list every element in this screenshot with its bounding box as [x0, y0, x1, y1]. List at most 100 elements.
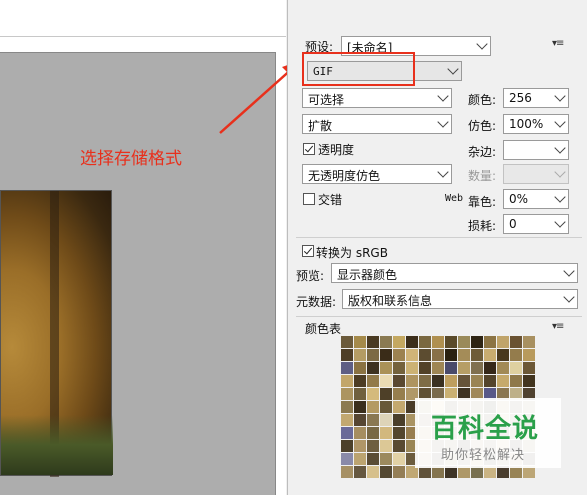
color-swatch[interactable] [406, 362, 418, 374]
color-swatch[interactable] [523, 336, 535, 348]
color-swatch[interactable] [432, 362, 444, 374]
color-swatch[interactable] [419, 349, 431, 361]
convert-srgb-checkbox[interactable] [302, 245, 314, 257]
color-swatch[interactable] [341, 336, 353, 348]
color-swatch[interactable] [367, 336, 379, 348]
transparency-checkbox[interactable] [303, 143, 315, 155]
color-swatch[interactable] [497, 336, 509, 348]
color-swatch[interactable] [471, 349, 483, 361]
color-swatch[interactable] [497, 362, 509, 374]
color-swatch[interactable] [497, 349, 509, 361]
color-swatch[interactable] [393, 336, 405, 348]
color-swatch[interactable] [341, 362, 353, 374]
dither-algorithm-dropdown[interactable]: 扩散 [302, 114, 452, 134]
color-swatch[interactable] [341, 375, 353, 387]
color-swatch[interactable] [419, 362, 431, 374]
color-swatch[interactable] [445, 349, 457, 361]
color-swatch[interactable] [341, 349, 353, 361]
color-swatch[interactable] [484, 362, 496, 374]
color-swatch[interactable] [367, 414, 379, 426]
color-swatch[interactable] [354, 349, 366, 361]
color-swatch[interactable] [380, 388, 392, 400]
color-swatch[interactable] [510, 375, 522, 387]
color-swatch[interactable] [432, 375, 444, 387]
color-swatch[interactable] [354, 362, 366, 374]
color-swatch[interactable] [367, 401, 379, 413]
color-swatch[interactable] [458, 362, 470, 374]
color-swatch[interactable] [471, 375, 483, 387]
color-swatch[interactable] [393, 388, 405, 400]
interlaced-checkbox[interactable] [303, 193, 315, 205]
color-swatch[interactable] [380, 453, 392, 465]
color-swatch[interactable] [341, 453, 353, 465]
color-swatch[interactable] [380, 440, 392, 452]
color-swatch[interactable] [341, 466, 353, 478]
color-swatch[interactable] [419, 375, 431, 387]
color-swatch[interactable] [367, 362, 379, 374]
color-swatch[interactable] [367, 440, 379, 452]
matte-dropdown[interactable] [503, 140, 569, 160]
color-swatch[interactable] [406, 336, 418, 348]
color-swatch[interactable] [354, 401, 366, 413]
color-swatch[interactable] [393, 401, 405, 413]
color-swatch[interactable] [393, 440, 405, 452]
color-swatch[interactable] [406, 349, 418, 361]
transparency-dither-dropdown[interactable]: 无透明度仿色 [302, 164, 452, 184]
color-swatch[interactable] [367, 427, 379, 439]
color-swatch[interactable] [380, 349, 392, 361]
color-swatch[interactable] [367, 466, 379, 478]
color-swatch[interactable] [341, 427, 353, 439]
color-swatch[interactable] [484, 336, 496, 348]
color-swatch[interactable] [393, 466, 405, 478]
color-swatch[interactable] [471, 336, 483, 348]
color-swatch[interactable] [354, 440, 366, 452]
metadata-dropdown[interactable]: 版权和联系信息 [342, 289, 578, 309]
color-swatch[interactable] [458, 349, 470, 361]
color-swatch[interactable] [367, 388, 379, 400]
color-swatch[interactable] [523, 349, 535, 361]
colors-field[interactable]: 256 [503, 88, 569, 108]
color-swatch[interactable] [341, 440, 353, 452]
color-swatch[interactable] [523, 362, 535, 374]
color-swatch[interactable] [406, 375, 418, 387]
color-swatch[interactable] [367, 349, 379, 361]
color-swatch[interactable] [510, 336, 522, 348]
reduction-dropdown[interactable]: 可选择 [302, 88, 452, 108]
color-swatch[interactable] [458, 375, 470, 387]
color-swatch[interactable] [393, 427, 405, 439]
color-swatch[interactable] [497, 375, 509, 387]
color-swatch[interactable] [354, 453, 366, 465]
color-swatch[interactable] [341, 388, 353, 400]
color-swatch[interactable] [419, 336, 431, 348]
color-swatch[interactable] [445, 336, 457, 348]
color-swatch[interactable] [510, 362, 522, 374]
color-swatch[interactable] [341, 401, 353, 413]
color-swatch[interactable] [380, 401, 392, 413]
color-swatch[interactable] [341, 414, 353, 426]
color-swatch[interactable] [380, 414, 392, 426]
preview-dropdown[interactable]: 显示器颜色 [331, 263, 578, 283]
color-swatch[interactable] [393, 349, 405, 361]
color-swatch[interactable] [484, 349, 496, 361]
color-swatch[interactable] [354, 427, 366, 439]
panel-menu-icon[interactable]: ▾≡ [552, 38, 564, 49]
color-swatch[interactable] [445, 375, 457, 387]
color-swatch[interactable] [471, 362, 483, 374]
color-swatch[interactable] [445, 362, 457, 374]
color-swatch[interactable] [432, 336, 444, 348]
dither-field[interactable]: 100% [503, 114, 569, 134]
color-swatch[interactable] [393, 453, 405, 465]
color-table-menu-icon[interactable]: ▾≡ [552, 321, 564, 332]
color-swatch[interactable] [354, 375, 366, 387]
color-swatch[interactable] [354, 336, 366, 348]
color-swatch[interactable] [510, 349, 522, 361]
color-swatch[interactable] [380, 427, 392, 439]
color-swatch[interactable] [380, 362, 392, 374]
color-swatch[interactable] [367, 453, 379, 465]
color-swatch[interactable] [393, 362, 405, 374]
color-swatch[interactable] [354, 414, 366, 426]
color-swatch[interactable] [380, 466, 392, 478]
color-swatch[interactable] [484, 375, 496, 387]
color-swatch[interactable] [380, 336, 392, 348]
color-swatch[interactable] [523, 375, 535, 387]
